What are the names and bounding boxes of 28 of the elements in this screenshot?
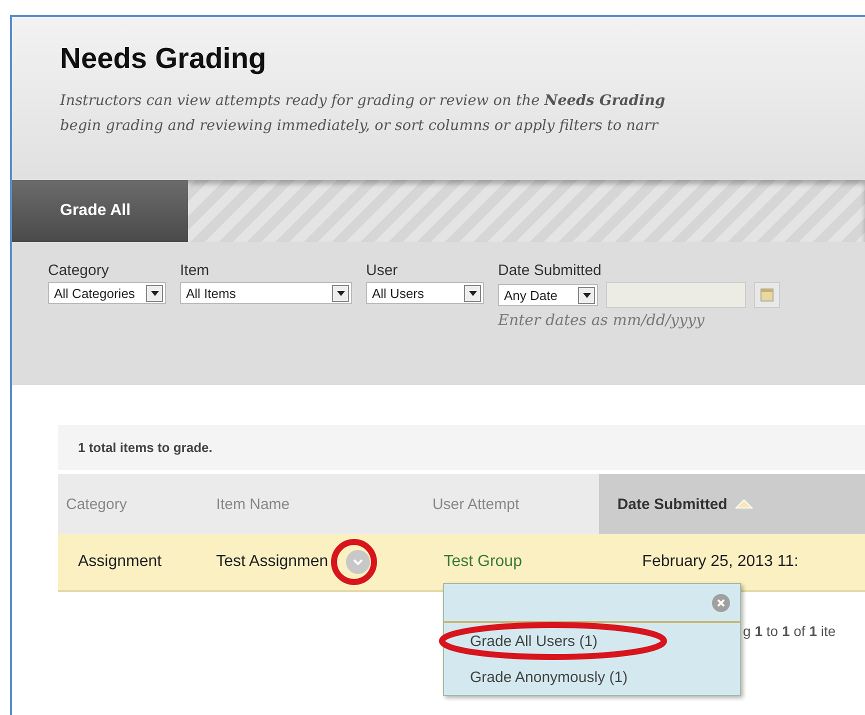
menu-item[interactable]: Grade Anonymously (1)	[444, 659, 740, 695]
filter-dropdown[interactable]: All Users	[366, 282, 484, 304]
items-count: 1 total items to grade.	[58, 425, 865, 470]
table-cell: Test Assignmen	[216, 553, 328, 571]
description-line: Instructors can view attempts ready for grading or review on the Needs Grading	[60, 91, 666, 111]
page-title: Needs Grading	[60, 43, 268, 76]
menu-item[interactable]: Grade All Users (1)	[444, 623, 740, 659]
tab[interactable]: Grade All	[12, 180, 188, 242]
chevron-button[interactable]	[346, 550, 370, 574]
filter-label: User	[366, 262, 399, 279]
filter-label: Date Submitted	[498, 262, 602, 279]
filter-dropdown[interactable]: All Items	[180, 282, 352, 304]
filter-label: Category	[48, 262, 110, 279]
date-dropdown[interactable]: Any Date	[498, 284, 598, 306]
chevron-down-icon	[353, 559, 364, 565]
column-header[interactable]: Date Submitted	[599, 474, 865, 534]
description-line: begin grading and reviewing immediately, or sort columns or apply filters to narr	[60, 117, 660, 136]
date-field[interactable]	[606, 282, 746, 308]
date-format-hint: Enter dates as mm/dd/yyyy	[498, 311, 706, 329]
filter-label: Item	[180, 262, 210, 279]
sort-arrow-icon	[735, 499, 754, 509]
pagination-text: g 1 to 1 of 1 ite	[743, 623, 836, 639]
table-cell-text: Assignment	[77, 552, 163, 572]
highlight-ring	[331, 539, 378, 585]
close-icon[interactable]	[712, 594, 730, 612]
table-cell-text: February 25, 2013 11:	[641, 552, 800, 572]
filter-dropdown[interactable]: All Categories	[48, 282, 166, 304]
calendar-icon[interactable]	[754, 282, 780, 308]
